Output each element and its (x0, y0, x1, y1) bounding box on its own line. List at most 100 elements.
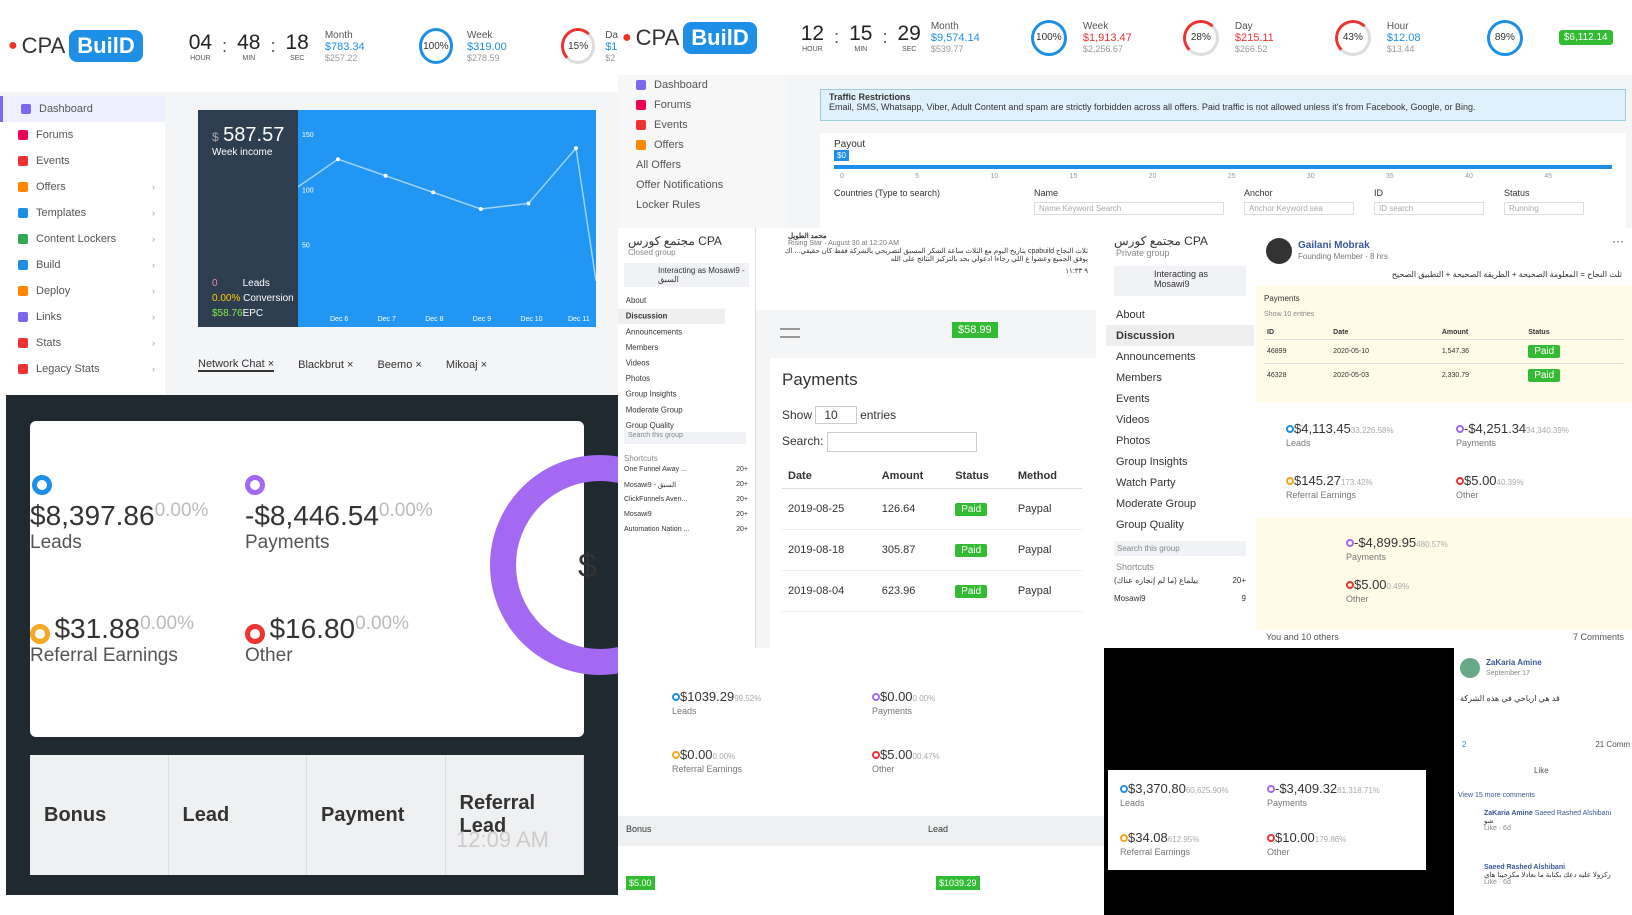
data-point[interactable] (431, 190, 436, 195)
sidebar-item-dashboard[interactable]: Dashboard (0, 96, 165, 122)
search-input[interactable] (826, 432, 977, 452)
shortcut-item[interactable]: بيلماع (ما لم إنجازه عناك) 20+ (1114, 576, 1246, 594)
sidebar-item-offers[interactable]: Offers › (0, 174, 165, 200)
payout-slider[interactable] (834, 165, 1612, 169)
cell-value: 1,547.36 (1441, 348, 1470, 355)
column-header[interactable]: Date (782, 464, 876, 489)
cell-amount: 623.96 (875, 570, 950, 612)
sidebar2-item[interactable]: All Offers (618, 155, 786, 175)
entries-select[interactable]: 10 (815, 406, 857, 424)
group-menu-item[interactable]: Videos (618, 355, 725, 371)
avatar[interactable] (1266, 238, 1292, 264)
stat-other: $5.0000.47% Other (872, 746, 1072, 774)
chat-tab[interactable]: Beemo × (377, 359, 421, 371)
logo[interactable]: ● CPA BuilD (622, 21, 757, 54)
sidebar2-item[interactable]: Forums (618, 95, 786, 115)
avatar[interactable] (1460, 658, 1480, 678)
sidebar-icon (18, 286, 28, 296)
group-menu-item[interactable]: Announcements (1106, 346, 1254, 367)
sidebar-item-content-lockers[interactable]: Content Lockers › (0, 226, 165, 252)
like-button[interactable]: Like (1534, 766, 1549, 775)
group-menu-item[interactable]: Events (1106, 388, 1254, 409)
balance-badge[interactable]: $6,112.14 (1558, 30, 1613, 45)
hour-ring: 89% (1486, 19, 1523, 56)
stat-value: $4,113.45 (1294, 421, 1351, 436)
filter-input[interactable]: Running (1504, 202, 1584, 215)
other-stat: $16.800.00% Other (245, 613, 409, 666)
group-menu-item[interactable]: Members (618, 340, 725, 356)
filter-input[interactable]: Anchor Keyword sea (1244, 202, 1354, 215)
group-menu-item[interactable]: Announcements (618, 324, 725, 340)
sidebar-item-legacy-stats[interactable]: Legacy Stats › (0, 356, 165, 382)
group-menu-item[interactable]: Moderate Group (1106, 493, 1254, 514)
chat-tab[interactable]: Blackbrut × (298, 359, 353, 371)
stat-other: $5.000.49% Other (1346, 576, 1506, 604)
sidebar-item-forums[interactable]: Forums (0, 122, 165, 148)
sidebar-item-deploy[interactable]: Deploy › (0, 278, 165, 304)
group-menu-item[interactable]: Photos (1106, 430, 1254, 451)
close-icon[interactable]: × (478, 359, 487, 371)
stats-mid: $1039.2999.52% Leads $0.000.00% Payments $0.… (618, 648, 1104, 915)
sidebar-item-stats[interactable]: Stats › (0, 330, 165, 356)
stat-leads: $1039.2999.52% Leads (672, 688, 872, 716)
group-menu-item[interactable]: Videos (1106, 409, 1254, 430)
sidebar-icon (18, 208, 28, 218)
data-point[interactable] (478, 206, 483, 211)
filter-label: Countries (Type to search) (834, 188, 941, 198)
post1-author[interactable]: محمد الطويل (764, 232, 1088, 240)
data-point[interactable] (526, 201, 531, 206)
sidebar2-item[interactable]: Events (618, 115, 786, 135)
chat-tab[interactable]: Network Chat × (198, 358, 275, 372)
view-more-comments[interactable]: View 15 more comments (1458, 792, 1535, 799)
sidebar-item-build[interactable]: Build › (0, 252, 165, 278)
column-header[interactable]: Amount (875, 464, 950, 489)
cell-value: Paid (1528, 345, 1561, 358)
menu-icon[interactable] (780, 328, 800, 338)
group-menu-item[interactable]: About (618, 293, 725, 309)
group-menu-item[interactable]: Group Quality (1106, 514, 1254, 535)
stat-label: Referral Earnings (1120, 847, 1191, 857)
group-menu-item[interactable]: Photos (618, 371, 725, 387)
column-header[interactable]: Status (949, 464, 1012, 489)
group-menu-item[interactable]: About (1106, 304, 1254, 325)
stat-referral-earnings: $145.27173.42% Referral Earnings (1286, 472, 1456, 510)
group-menu-item[interactable]: Moderate Group (618, 402, 725, 418)
fb1-search[interactable]: Search this group (624, 432, 746, 444)
sidebar-item-templates[interactable]: Templates › (0, 200, 165, 226)
x-tick-label: Dec 6 (330, 316, 348, 323)
data-point[interactable] (383, 173, 388, 178)
cell-date: 2019-08-04 (782, 570, 876, 612)
sidebar2-item[interactable]: Offers (618, 135, 786, 155)
filter-input[interactable]: Name Keyword Search (1034, 202, 1224, 215)
shortcut-item[interactable]: Mosawi9 9 (1114, 594, 1246, 612)
data-point[interactable] (336, 157, 340, 162)
chat-tab[interactable]: Mikoaj × (446, 359, 487, 371)
group-menu-item[interactable]: Group Insights (1106, 451, 1254, 472)
sidebar2-item[interactable]: Locker Rules (618, 195, 786, 215)
y-tick-label: 150 (302, 132, 314, 139)
group-menu-item[interactable]: Members (1106, 367, 1254, 388)
data-point[interactable] (574, 146, 578, 151)
mobile-balance: $58.99 (952, 322, 998, 338)
group-menu-item[interactable]: Discussion (618, 308, 725, 325)
sidebar2-item[interactable]: Offer Notifications (618, 175, 786, 195)
close-icon[interactable]: × (344, 359, 353, 371)
group-menu-item[interactable]: Watch Party (1106, 472, 1254, 493)
shortcut-item[interactable]: Mosawi9 20+ (624, 511, 748, 526)
sidebar-item-events[interactable]: Events (0, 148, 165, 174)
sidebar2-item[interactable]: Dashboard (618, 75, 786, 95)
more-icon[interactable]: ··· (1612, 234, 1624, 248)
close-icon[interactable]: × (265, 358, 274, 370)
logo[interactable]: ● CPA BuilD (8, 30, 143, 62)
shortcut-item[interactable]: One Funnel Away ... 20+ (624, 466, 748, 481)
group-menu-item[interactable]: Group Insights (618, 387, 725, 403)
filter-input[interactable]: ID search (1374, 202, 1484, 215)
group-menu-item[interactable]: Discussion (1106, 325, 1254, 346)
fb2-search[interactable]: Search this group (1114, 541, 1246, 556)
close-icon[interactable]: × (412, 359, 421, 371)
sidebar-item-links[interactable]: Links › (0, 304, 165, 330)
shortcut-item[interactable]: ClickFunnels Aven... 20+ (624, 496, 748, 511)
shortcut-item[interactable]: Mosawi9 - السبق 20+ (624, 481, 748, 496)
column-header[interactable]: Method (1011, 464, 1082, 489)
shortcut-item[interactable]: Automation Nation ... 20+ (624, 526, 748, 541)
